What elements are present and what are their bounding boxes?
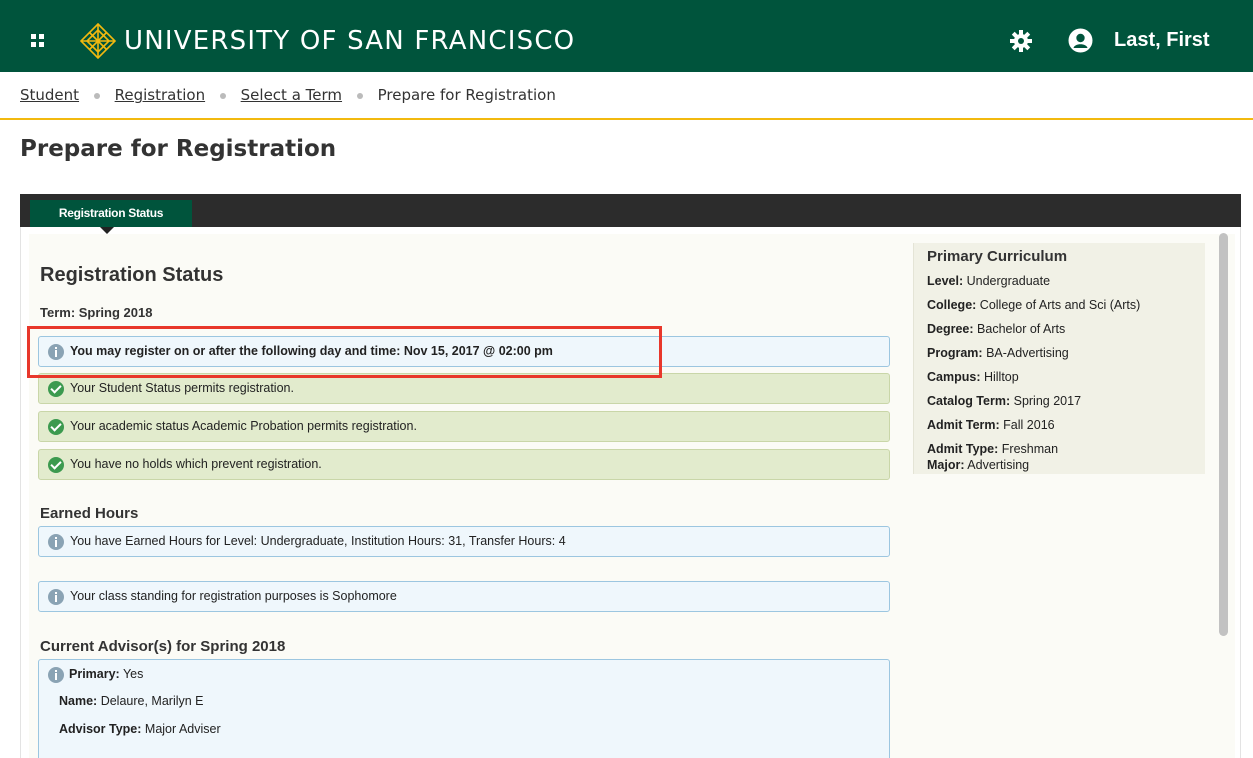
- curriculum-admit-term: Admit Term: Fall 2016: [927, 418, 1055, 432]
- breadcrumb-separator: [356, 92, 363, 99]
- earned-hours-message: You have Earned Hours for Level: Undergr…: [38, 526, 890, 557]
- panel-scrollbar[interactable]: [1219, 233, 1228, 636]
- breadcrumb-separator: [93, 92, 100, 99]
- curriculum-program: Program: BA-Advertising: [927, 346, 1069, 360]
- earned-hours-text: You have Earned Hours for Level: Undergr…: [70, 534, 566, 548]
- status-check-message: You have no holds which prevent registra…: [38, 449, 890, 480]
- curriculum-major-value: Advertising: [967, 458, 1030, 472]
- curriculum-program-value: BA-Advertising: [986, 346, 1069, 360]
- curriculum-campus-value: Hilltop: [983, 370, 1019, 384]
- advisor-primary-label: Primary:: [69, 667, 120, 681]
- breadcrumb-student[interactable]: Student: [20, 86, 79, 104]
- check-circle-icon: [48, 419, 64, 435]
- status-check-text: Your Student Status permits registration…: [70, 381, 294, 395]
- breadcrumb-registration[interactable]: Registration: [115, 86, 205, 104]
- curriculum-campus-label: Campus:: [927, 370, 981, 384]
- curriculum-college-label: College:: [927, 298, 977, 312]
- class-standing-message: Your class standing for registration pur…: [38, 581, 890, 612]
- info-icon: [48, 589, 64, 605]
- curriculum-major: Major: Advertising: [927, 458, 1029, 472]
- curriculum-degree-label: Degree:: [927, 322, 974, 336]
- status-check-text: Your academic status Academic Probation …: [70, 419, 417, 433]
- gear-icon[interactable]: [1009, 29, 1033, 53]
- page-title: Prepare for Registration: [20, 136, 337, 162]
- breadcrumb: Student Registration Select a Term Prepa…: [20, 86, 556, 108]
- apps-grid-icon[interactable]: [31, 34, 45, 48]
- advisor-name-label: Name:: [59, 694, 98, 708]
- curriculum-degree: Degree: Bachelor of Arts: [927, 322, 1065, 336]
- curriculum-admit-type: Admit Type: Freshman: [927, 442, 1058, 456]
- advisor-info-box: [38, 659, 890, 758]
- advisor-name-value: Delaure, Marilyn E: [100, 694, 204, 708]
- breadcrumb-select-term[interactable]: Select a Term: [241, 86, 342, 104]
- info-icon: [48, 534, 64, 550]
- curriculum-level-label: Level:: [927, 274, 964, 288]
- class-standing-text: Your class standing for registration pur…: [70, 589, 397, 603]
- curriculum-admit-type-label: Admit Type:: [927, 442, 999, 456]
- curriculum-college-value: College of Arts and Sci (Arts): [979, 298, 1141, 312]
- curriculum-campus: Campus: Hilltop: [927, 370, 1019, 384]
- active-tab-caret: [100, 227, 114, 234]
- curriculum-admit-term-label: Admit Term:: [927, 418, 1000, 432]
- curriculum-program-label: Program:: [927, 346, 983, 360]
- curriculum-catalog-term-label: Catalog Term:: [927, 394, 1011, 408]
- breadcrumb-separator: [219, 92, 226, 99]
- advisor-primary: Primary: Yes: [69, 667, 143, 681]
- curriculum-major-label: Major:: [927, 458, 965, 472]
- user-avatar-icon[interactable]: [1068, 28, 1093, 53]
- advisor-type-label: Advisor Type:: [59, 722, 142, 736]
- curriculum-catalog-term: Catalog Term: Spring 2017: [927, 394, 1081, 408]
- curriculum-admit-type-value: Freshman: [1001, 442, 1059, 456]
- check-circle-icon: [48, 381, 64, 397]
- advisor-name: Name: Delaure, Marilyn E: [59, 694, 204, 708]
- curriculum-admit-term-value: Fall 2016: [1003, 418, 1055, 432]
- usf-logo-icon[interactable]: [80, 23, 116, 59]
- advisor-primary-value: Yes: [122, 667, 144, 681]
- tab-strip: Registration Status: [20, 194, 1241, 227]
- curriculum-college: College: College of Arts and Sci (Arts): [927, 298, 1140, 312]
- advisor-type-value: Major Adviser: [144, 722, 221, 736]
- check-circle-icon: [48, 457, 64, 473]
- advisors-heading: Current Advisor(s) for Spring 2018: [40, 638, 286, 655]
- status-check-message: Your academic status Academic Probation …: [38, 411, 890, 442]
- primary-curriculum-heading: Primary Curriculum: [927, 248, 1068, 265]
- highlight-annotation-box: [27, 326, 662, 378]
- breadcrumb-divider: [0, 118, 1253, 120]
- curriculum-degree-value: Bachelor of Arts: [977, 322, 1066, 336]
- tab-registration-status[interactable]: Registration Status: [30, 200, 192, 227]
- curriculum-level: Level: Undergraduate: [927, 274, 1050, 288]
- registration-status-heading: Registration Status: [40, 264, 224, 286]
- term-label: Term: Spring 2018: [40, 305, 153, 320]
- top-bar: UNIVERSITY OF SAN FRANCISCO Last, First: [0, 0, 1253, 72]
- user-name[interactable]: Last, First: [1114, 29, 1210, 52]
- advisor-type: Advisor Type: Major Adviser: [59, 722, 221, 736]
- curriculum-catalog-term-value: Spring 2017: [1013, 394, 1082, 408]
- status-check-text: You have no holds which prevent registra…: [70, 457, 322, 471]
- earned-hours-heading: Earned Hours: [40, 505, 139, 522]
- curriculum-level-value: Undergraduate: [966, 274, 1051, 288]
- breadcrumb-current: Prepare for Registration: [377, 86, 556, 104]
- site-title[interactable]: UNIVERSITY OF SAN FRANCISCO: [124, 26, 575, 56]
- info-icon: [48, 667, 64, 683]
